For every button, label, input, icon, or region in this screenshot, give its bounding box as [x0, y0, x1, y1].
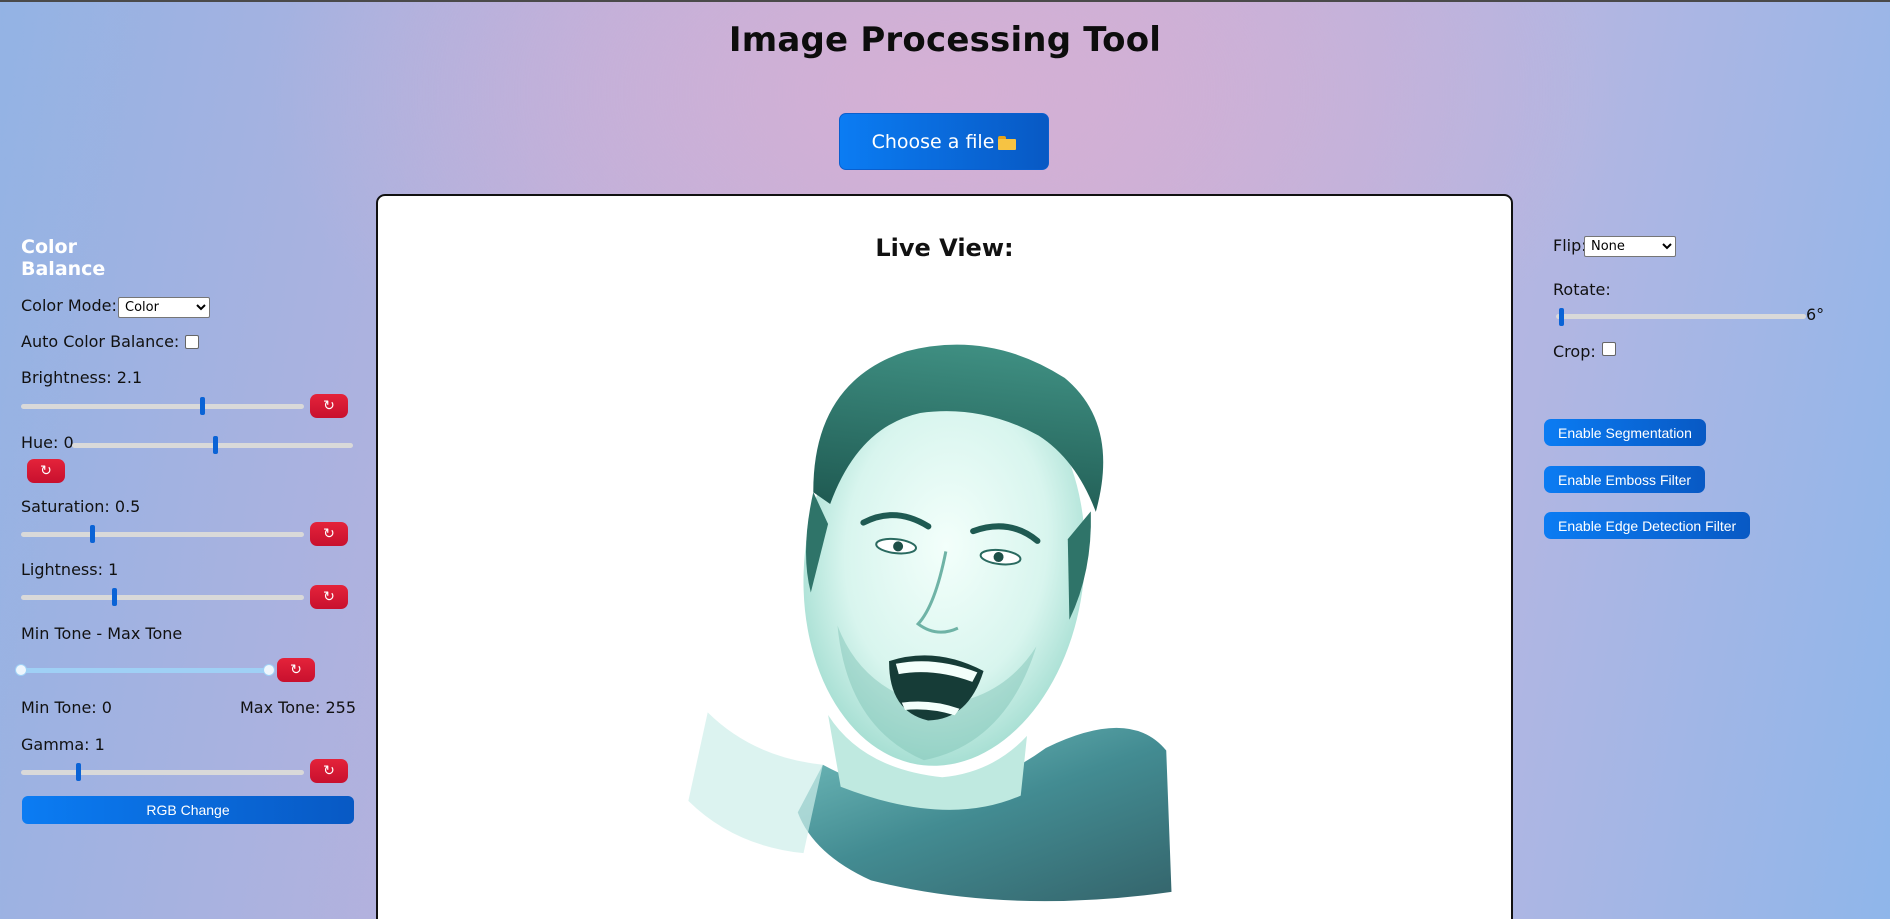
- enable-emboss-button[interactable]: Enable Emboss Filter: [1544, 466, 1706, 493]
- reset-icon: ↻: [323, 526, 335, 542]
- tone-range-label: Min Tone - Max Tone: [21, 624, 183, 643]
- auto-color-balance-label: Auto Color Balance:: [21, 332, 180, 351]
- gamma-slider-thumb[interactable]: [75, 763, 81, 781]
- brightness-label: Brightness: 2.1: [21, 368, 143, 387]
- choose-file-button[interactable]: Choose a file: [839, 113, 1049, 170]
- rotate-slider[interactable]: [1556, 314, 1806, 319]
- brightness-reset-button[interactable]: ↻: [310, 394, 348, 418]
- rotate-slider-thumb[interactable]: [1559, 308, 1564, 326]
- reset-icon: ↻: [323, 398, 335, 414]
- flip-label: Flip:: [1553, 236, 1587, 255]
- lightness-slider[interactable]: [21, 595, 304, 600]
- auto-color-balance-checkbox[interactable]: [185, 335, 199, 349]
- folder-icon: [998, 135, 1017, 150]
- gamma-label: Gamma: 1: [21, 735, 105, 754]
- gamma-slider[interactable]: [21, 770, 304, 775]
- hue-reset-button[interactable]: ↻: [27, 459, 65, 483]
- flip-select[interactable]: None: [1584, 236, 1676, 257]
- hue-label: Hue: 0: [21, 433, 74, 452]
- reset-icon: ↻: [40, 463, 52, 479]
- lightness-slider-thumb[interactable]: [112, 588, 118, 606]
- gamma-reset-button[interactable]: ↻: [310, 759, 348, 783]
- color-balance-title: Color Balance: [21, 236, 106, 280]
- live-view-image: [688, 344, 1172, 902]
- min-tone-handle[interactable]: [15, 664, 27, 676]
- saturation-slider-thumb[interactable]: [89, 525, 95, 543]
- choose-file-label: Choose a file: [871, 130, 995, 153]
- reset-icon: ↻: [290, 662, 302, 678]
- live-view-panel: Live View:: [376, 194, 1513, 919]
- live-view-title: Live View:: [875, 234, 1014, 262]
- lightness-reset-button[interactable]: ↻: [310, 585, 348, 609]
- enable-edge-detection-button[interactable]: Enable Edge Detection Filter: [1544, 512, 1751, 539]
- color-mode-select[interactable]: Color: [118, 297, 210, 318]
- hue-slider-thumb[interactable]: [213, 436, 219, 454]
- rgb-change-button[interactable]: RGB Change: [22, 796, 354, 824]
- brightness-slider-thumb[interactable]: [200, 397, 206, 415]
- crop-checkbox[interactable]: [1602, 342, 1616, 356]
- color-mode-label: Color Mode:: [21, 296, 117, 315]
- crop-label: Crop:: [1553, 342, 1596, 361]
- saturation-reset-button[interactable]: ↻: [310, 522, 348, 546]
- reset-icon: ↻: [323, 763, 335, 779]
- tone-range-reset-button[interactable]: ↻: [277, 658, 315, 682]
- rotate-label: Rotate:: [1553, 280, 1611, 299]
- page-title: Image Processing Tool: [728, 20, 1162, 60]
- rotate-value: 6°: [1806, 305, 1825, 324]
- brightness-slider[interactable]: [21, 404, 304, 409]
- lightness-label: Lightness: 1: [21, 560, 119, 579]
- max-tone-value: Max Tone: 255: [240, 698, 357, 717]
- reset-icon: ↻: [323, 589, 335, 605]
- saturation-label: Saturation: 0.5: [21, 497, 141, 516]
- enable-segmentation-button[interactable]: Enable Segmentation: [1544, 419, 1706, 446]
- window-top-border: [0, 0, 1890, 2]
- tone-range-slider[interactable]: [21, 668, 270, 673]
- min-tone-value: Min Tone: 0: [21, 698, 112, 717]
- saturation-slider[interactable]: [21, 532, 304, 537]
- max-tone-handle[interactable]: [263, 664, 275, 676]
